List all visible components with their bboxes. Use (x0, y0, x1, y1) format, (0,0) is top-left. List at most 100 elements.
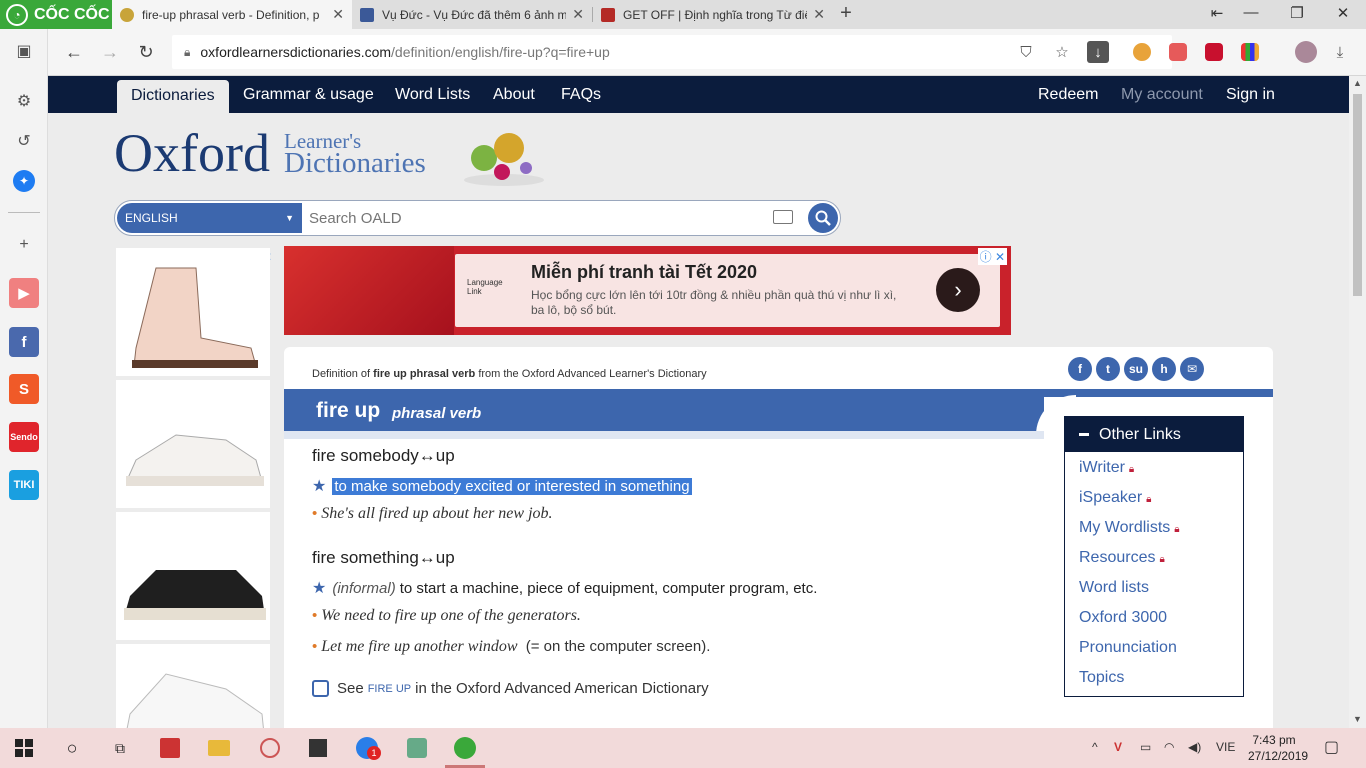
paint-icon[interactable] (258, 736, 282, 760)
downloads-arrow-icon[interactable]: ⤓ (1329, 41, 1351, 63)
new-tab-button[interactable]: + (836, 2, 856, 25)
search-circle-icon[interactable]: ○ (60, 736, 84, 760)
youtube-icon[interactable]: ▶ (8, 277, 40, 309)
oxford-logo[interactable]: Oxford Learner's Dictionaries (114, 126, 544, 186)
tab-facebook[interactable]: Vụ Đức - Vụ Đức đã thêm 6 ảnh m ✕ (352, 0, 592, 29)
scroll-thumb[interactable] (1353, 94, 1362, 296)
nav-sign-in[interactable]: Sign in (1212, 76, 1289, 113)
ad-choices-icon[interactable]: ⓘ ✕ (977, 248, 1007, 265)
settings-icon[interactable]: ⚙ (8, 85, 40, 117)
ad-shoe-image[interactable] (116, 380, 270, 508)
profile-avatar[interactable] (1295, 41, 1317, 63)
forward-button[interactable]: → (97, 39, 123, 65)
history-icon[interactable]: ↺ (8, 125, 40, 157)
bookmark-star-icon[interactable]: ☆ (1051, 41, 1073, 63)
input-language[interactable]: VIE (1216, 740, 1235, 754)
tab-search-icon[interactable]: ⇤ (1202, 4, 1232, 22)
other-link-resources[interactable]: Resources 🔒︎ (1079, 549, 1165, 567)
part-of-speech: phrasal verb (392, 405, 482, 422)
scroll-down-icon[interactable]: ▼ (1349, 714, 1366, 724)
back-button[interactable]: ← (61, 39, 87, 65)
maximize-button[interactable]: ❐ (1282, 4, 1312, 22)
other-links-header[interactable]: Other Links (1065, 417, 1243, 452)
tiki-icon[interactable]: TIKI (8, 469, 40, 501)
hatena-share-icon[interactable]: h (1152, 357, 1176, 381)
notifications-icon[interactable]: ▢ (1324, 737, 1339, 757)
other-link-my-wordlists[interactable]: My Wordlists 🔒︎ (1079, 519, 1180, 537)
zalo-icon[interactable]: 1 (355, 736, 381, 760)
chevron-right-icon[interactable]: › (936, 268, 980, 312)
see-also-link[interactable]: See FIRE UP in the Oxford Advanced Ameri… (312, 680, 709, 697)
nav-redeem[interactable]: Redeem (1024, 76, 1112, 113)
other-link-word-lists[interactable]: Word lists (1079, 579, 1149, 597)
shopee-icon[interactable]: S (8, 373, 40, 405)
language-select[interactable]: ENGLISH ▼ (117, 203, 302, 233)
ad-shoe-image[interactable] (116, 248, 270, 376)
facebook-icon[interactable]: f (8, 326, 40, 358)
sidebar-toggle-icon[interactable]: ▣ (8, 35, 40, 67)
chevron-up-icon[interactable]: ^ (1092, 740, 1098, 754)
nav-my-account[interactable]: My account (1107, 76, 1217, 113)
other-link-oxford-3000[interactable]: Oxford 3000 (1079, 609, 1167, 627)
close-tab-icon[interactable]: ✕ (813, 6, 825, 23)
task-view-icon[interactable]: ⧉ (108, 736, 132, 760)
see-term[interactable]: FIRE UP (368, 683, 411, 695)
facebook-share-icon[interactable]: f (1068, 357, 1092, 381)
minimize-button[interactable]: — (1236, 4, 1266, 21)
cambridge-favicon-icon (601, 7, 615, 22)
example-2: • We need to fire up one of the generator… (312, 607, 581, 625)
close-tab-icon[interactable]: ✕ (572, 6, 584, 23)
messenger-icon[interactable]: ✦ (8, 165, 40, 197)
lock-icon: 🔒︎ (1174, 524, 1180, 535)
twitter-share-icon[interactable]: t (1096, 357, 1120, 381)
app-green-icon[interactable] (405, 736, 429, 760)
ad-shoe-image[interactable] (116, 644, 270, 728)
app-office-icon[interactable] (158, 736, 182, 760)
nav-faqs[interactable]: FAQs (547, 76, 615, 113)
bullet: • (312, 505, 318, 522)
extension-colors-icon[interactable] (1241, 43, 1259, 61)
nav-word-lists[interactable]: Word Lists (381, 76, 484, 113)
search-button[interactable] (808, 203, 838, 233)
external-link-icon (312, 680, 329, 697)
other-link-pronunciation[interactable]: Pronunciation (1079, 639, 1177, 657)
coccoc-taskbar-icon[interactable] (453, 736, 477, 760)
windows-start-icon[interactable] (12, 736, 36, 760)
nav-dictionaries[interactable]: Dictionaries (117, 80, 229, 113)
shoe-ad-column[interactable]: ⓘ ✕ (114, 246, 272, 728)
ad-shoe-image[interactable] (116, 512, 270, 640)
add-app-icon[interactable]: + (8, 229, 40, 261)
download-icon[interactable]: ↓ (1087, 41, 1109, 63)
battery-icon[interactable]: ▭ (1140, 740, 1151, 754)
system-clock[interactable]: 7:43 pm 27/12/2019 (1248, 732, 1308, 764)
shield-icon[interactable]: ⛉ (1015, 41, 1037, 63)
extension-red-icon[interactable] (1205, 43, 1223, 61)
search-input[interactable] (309, 205, 749, 231)
tab-cambridge[interactable]: GET OFF | Định nghĩa trong Từ điể ✕ (593, 0, 833, 29)
tet-banner-ad[interactable]: Language Link Miễn phí tranh tài Tết 2020… (284, 246, 1011, 335)
nav-about[interactable]: About (479, 76, 549, 113)
extension-adblock-icon[interactable] (1169, 43, 1187, 61)
other-link-ispeaker[interactable]: iSpeaker 🔒︎ (1079, 489, 1151, 507)
extension-chrome-icon[interactable] (1133, 43, 1151, 61)
sendo-icon[interactable]: Sendo (8, 421, 40, 453)
stumbleupon-share-icon[interactable]: su (1124, 357, 1148, 381)
email-share-icon[interactable]: ✉ (1180, 357, 1204, 381)
page-scrollbar[interactable]: ▲ ▼ (1349, 76, 1366, 728)
unikey-icon[interactable]: V (1114, 740, 1122, 754)
sticky-notes-icon[interactable] (306, 736, 330, 760)
other-link-iwriter[interactable]: iWriter 🔒︎ (1079, 459, 1134, 477)
nav-grammar-usage[interactable]: Grammar & usage (229, 76, 388, 113)
coccoc-menu-button[interactable]: ◔ CỐC CỐC (0, 0, 112, 29)
wifi-icon[interactable]: ◠ (1164, 740, 1174, 754)
scroll-up-icon[interactable]: ▲ (1349, 78, 1366, 88)
tab-strip: ◔ CỐC CỐC fire-up phrasal verb - Definit… (0, 0, 1366, 29)
other-link-topics[interactable]: Topics (1079, 669, 1124, 687)
close-window-button[interactable]: ✕ (1328, 4, 1358, 22)
volume-icon[interactable]: ◀) (1188, 740, 1201, 754)
reload-button[interactable]: ↻ (133, 39, 159, 65)
close-tab-icon[interactable]: ✕ (332, 6, 344, 23)
tab-oxford[interactable]: fire-up phrasal verb - Definition, p ✕ (112, 0, 352, 29)
file-explorer-icon[interactable] (207, 736, 231, 760)
keyboard-icon[interactable] (773, 210, 793, 224)
